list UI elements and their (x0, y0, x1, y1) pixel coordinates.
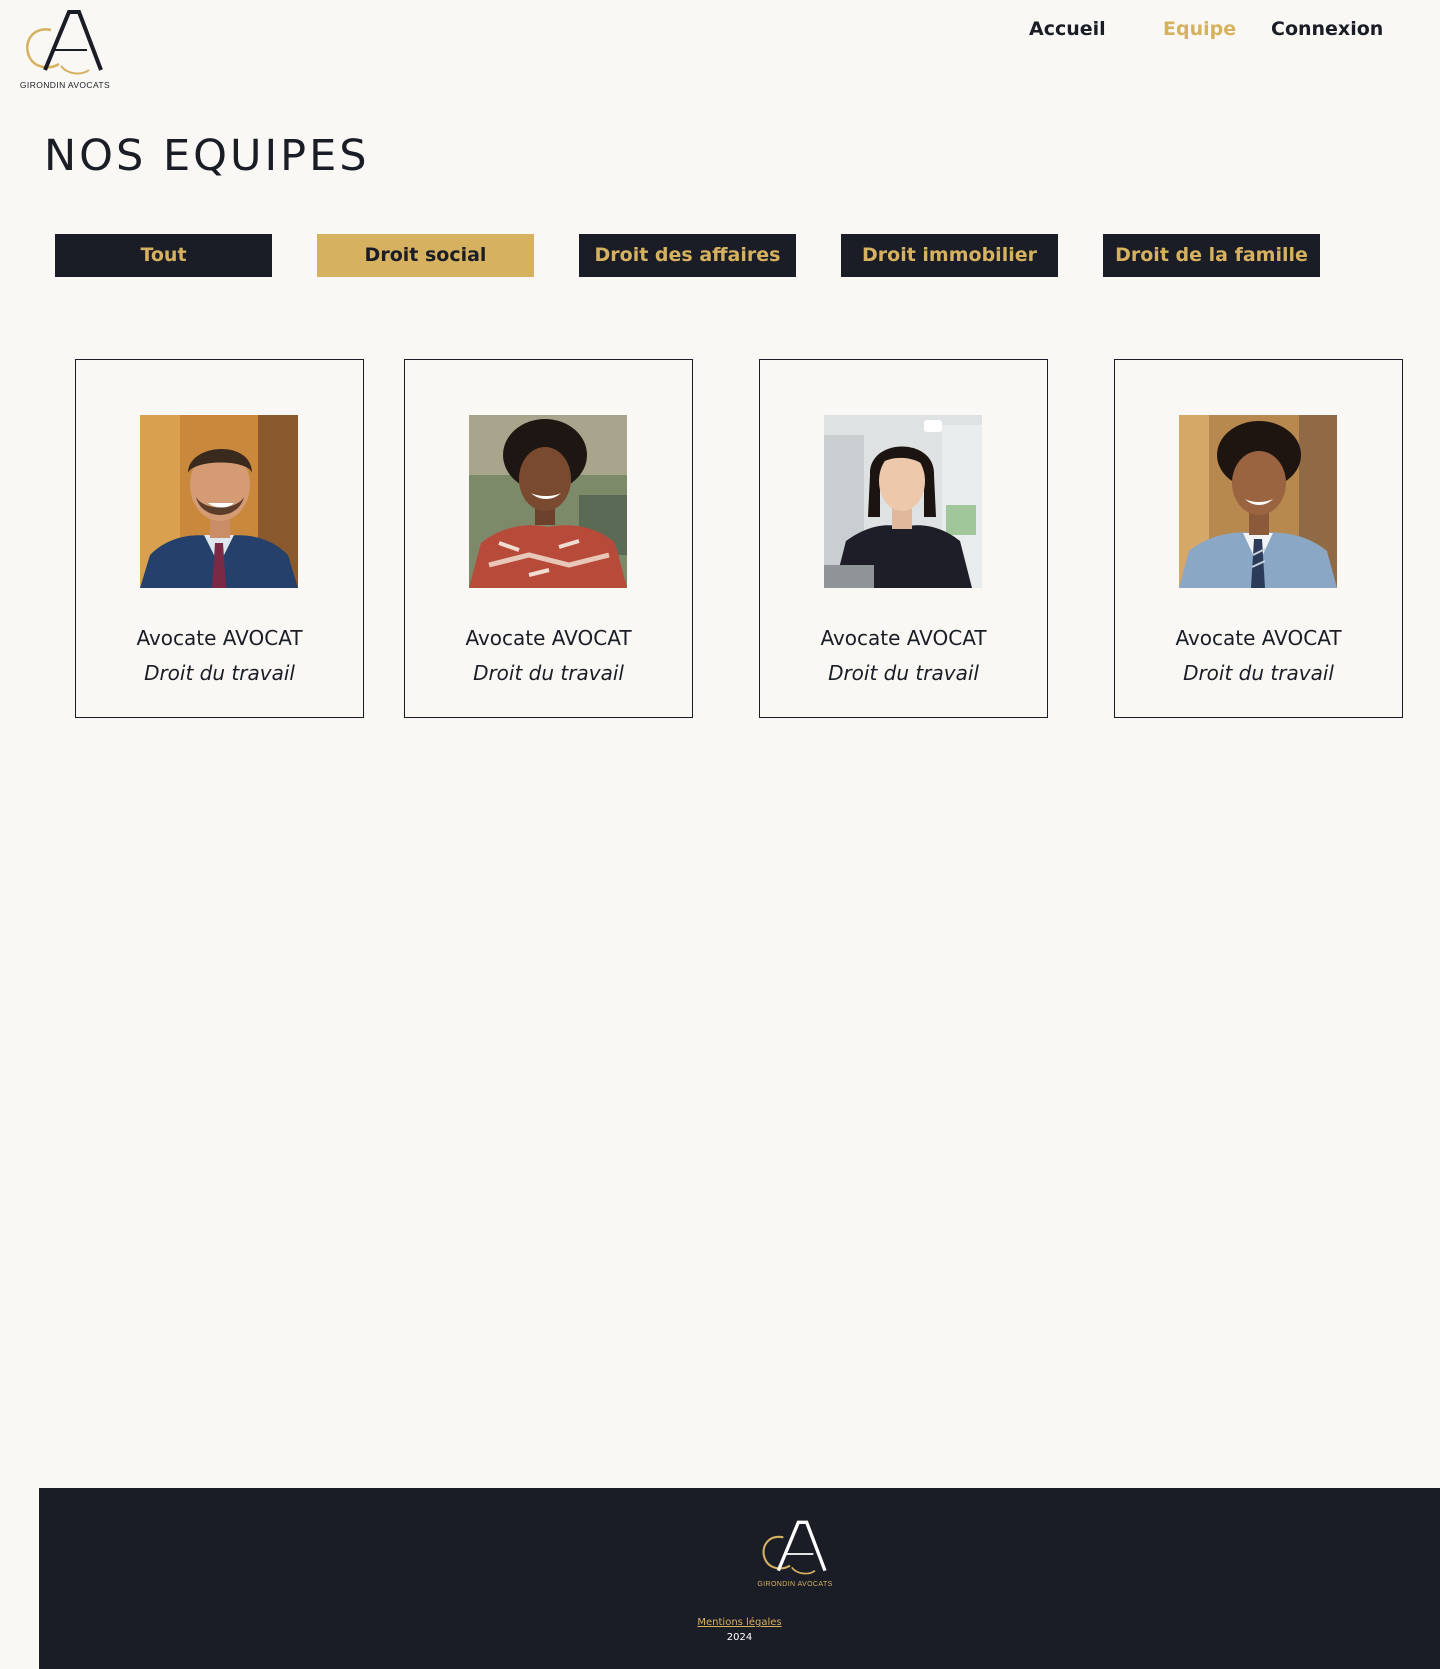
nav-accueil[interactable]: Accueil (1029, 14, 1106, 44)
page: GIRONDIN AVOCATS Accueil Equipe Connexio… (0, 0, 1440, 1669)
footer-year: 2024 (726, 1632, 753, 1643)
filter-droit-social[interactable]: Droit social (317, 234, 534, 277)
filter-tout[interactable]: Tout (55, 234, 272, 277)
ga-monogram-footer-icon (762, 1520, 827, 1575)
footer-logo[interactable]: GIRONDIN AVOCATS (755, 1518, 835, 1592)
footer-brand-name: GIRONDIN AVOCATS (757, 1581, 833, 1588)
portrait-woman-red-blouse-image (469, 415, 627, 588)
nav-connexion[interactable]: Connexion (1271, 14, 1383, 44)
portrait-man-blue-suit-image (140, 415, 298, 588)
mentions-legales-link[interactable]: Mentions légales (39, 1616, 1440, 1630)
team-member-specialty: Droit du travail (473, 661, 624, 685)
ga-monogram-logo-icon (26, 10, 103, 75)
team-card[interactable]: Avocate AVOCAT Droit du travail (75, 359, 364, 718)
team-card[interactable]: Avocate AVOCAT Droit du travail (1114, 359, 1403, 718)
team-card[interactable]: Avocate AVOCAT Droit du travail (404, 359, 693, 718)
header-logo[interactable]: GIRONDIN AVOCATS (17, 8, 113, 92)
team-member-name: Avocate AVOCAT (1175, 626, 1342, 650)
team-member-name: Avocate AVOCAT (465, 626, 632, 650)
footer: GIRONDIN AVOCATS Mentions légales 2024 (39, 1488, 1440, 1669)
team-member-specialty: Droit du travail (1183, 661, 1334, 685)
filter-droit-immobilier[interactable]: Droit immobilier (841, 234, 1058, 277)
filter-droit-de-la-famille[interactable]: Droit de la famille (1103, 234, 1320, 277)
portrait-woman-black-top-image (824, 415, 982, 588)
team-card[interactable]: Avocate AVOCAT Droit du travail (759, 359, 1048, 718)
page-title: NOS EQUIPES (44, 131, 370, 181)
portrait-man-light-blue-suit-image (1179, 415, 1337, 588)
filter-droit-des-affaires[interactable]: Droit des affaires (579, 234, 796, 277)
nav-equipe[interactable]: Equipe (1163, 14, 1236, 44)
brand-name: GIRONDIN AVOCATS (19, 80, 111, 90)
team-member-name: Avocate AVOCAT (820, 626, 987, 650)
team-member-specialty: Droit du travail (828, 661, 979, 685)
team-member-specialty: Droit du travail (144, 661, 295, 685)
team-member-name: Avocate AVOCAT (136, 626, 303, 650)
